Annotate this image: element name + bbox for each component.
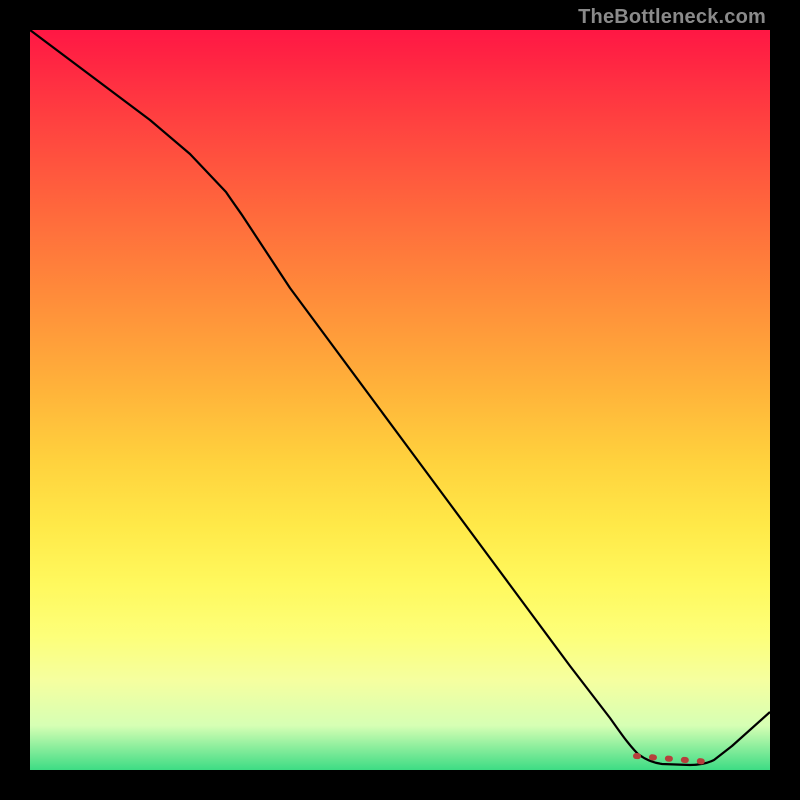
watermark-text: TheBottleneck.com — [578, 6, 766, 29]
curve-svg — [30, 30, 770, 770]
plot-area — [30, 30, 770, 770]
chart-frame: TheBottleneck.com — [0, 0, 800, 800]
bottleneck-curve — [30, 30, 770, 765]
